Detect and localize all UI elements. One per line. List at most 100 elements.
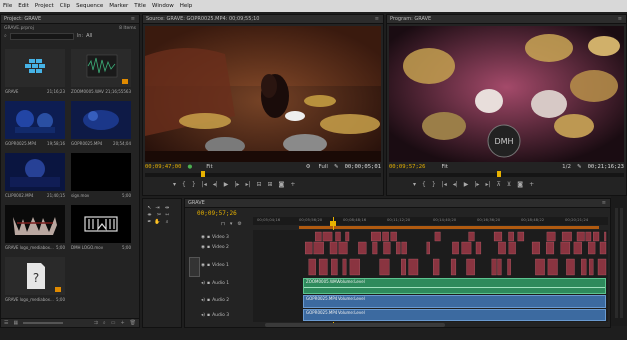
video-clip[interactable] xyxy=(560,241,571,255)
video-clip[interactable] xyxy=(593,231,600,242)
wrench-icon[interactable]: ✎ xyxy=(577,164,582,170)
video-clip[interactable] xyxy=(315,231,322,242)
zoom-tool-icon[interactable]: ⌕ xyxy=(164,219,171,225)
go-to-in-button[interactable]: |◂ xyxy=(442,181,447,188)
pen-tool-icon[interactable]: ✒ xyxy=(146,219,153,225)
source-tab[interactable]: Source: GRAVE: GOPR0025.MP4: 00;09;55;10 xyxy=(146,16,259,22)
project-item-black-video[interactable]: sign.mov 5;00 xyxy=(71,153,131,203)
hand-tool-icon[interactable]: ✋ xyxy=(154,219,161,225)
video-clip[interactable] xyxy=(434,231,441,242)
menu-window[interactable]: Window xyxy=(149,3,177,9)
new-bin-icon[interactable]: ▭ xyxy=(111,320,116,326)
zoom-slider[interactable] xyxy=(23,322,64,324)
track-header-a3[interactable]: ◂) ▪ Audio 3 xyxy=(201,311,229,320)
project-item-logo[interactable]: DMH LOGO.mov 5;00 xyxy=(71,205,131,255)
menu-edit[interactable]: Edit xyxy=(15,3,32,9)
sequence-tab[interactable]: GRAVE xyxy=(188,200,205,206)
project-item-audio[interactable]: ZOOM0005.WAV 21;16;55563 xyxy=(71,49,131,99)
lock-icon[interactable]: ▪ xyxy=(207,298,210,303)
track-targeting-box[interactable] xyxy=(189,257,200,277)
new-item-icon[interactable]: + xyxy=(120,320,124,326)
video-clip[interactable] xyxy=(349,258,360,276)
video-clip[interactable] xyxy=(390,231,397,242)
project-item-offline[interactable]: ? GRAVE logo_mediabox... 5;00 xyxy=(5,257,65,307)
audio-clip-a1[interactable]: ZOOM0005.WAV Volume:Level xyxy=(303,278,606,294)
extract-button[interactable]: ⊻ xyxy=(507,181,511,188)
menu-marker[interactable]: Marker xyxy=(106,3,131,9)
video-clip[interactable] xyxy=(604,231,607,242)
settings-icon[interactable]: ⚙ xyxy=(306,164,311,170)
video-clip[interactable] xyxy=(561,231,572,242)
video-clip[interactable] xyxy=(382,231,389,242)
track-header-a2[interactable]: ◂) ▪ Audio 2 xyxy=(201,296,229,305)
export-frame-button[interactable]: ◙ xyxy=(517,181,523,188)
marker-button[interactable]: ▾ xyxy=(173,181,176,188)
video-clip[interactable] xyxy=(581,258,587,276)
video-clip[interactable] xyxy=(383,241,391,255)
video-clip[interactable] xyxy=(466,258,475,276)
project-item-sequence[interactable]: GRAVE 21;16;23 xyxy=(5,49,65,99)
razor-tool-icon[interactable]: ✂ xyxy=(156,212,163,218)
quality-dropdown[interactable]: Full xyxy=(319,164,328,170)
eye-icon[interactable]: ◉ xyxy=(201,263,205,268)
project-item-video[interactable]: CLIP0002.MP4 21;40;15 xyxy=(5,153,65,203)
menu-sequence[interactable]: Sequence xyxy=(73,3,106,9)
quality-dropdown[interactable]: 1/2 xyxy=(562,164,571,170)
step-back-button[interactable]: ◂| xyxy=(453,181,458,188)
video-clip[interactable] xyxy=(408,258,419,276)
slip-tool-icon[interactable]: ⇿ xyxy=(164,212,171,218)
video-clip[interactable] xyxy=(305,241,313,255)
go-to-out-button[interactable]: ▸| xyxy=(485,181,490,188)
insert-button[interactable]: ⊟ xyxy=(256,181,261,188)
video-clip[interactable] xyxy=(546,241,555,255)
timeline-ruler[interactable]: 00;05;04;16 00;05;56;20 00;08;48;16 00;1… xyxy=(253,217,608,225)
video-clip[interactable] xyxy=(475,241,482,255)
program-scrubber[interactable] xyxy=(389,171,624,177)
panel-menu-icon[interactable]: ≡ xyxy=(131,16,135,22)
track-header-a1[interactable]: ◂) ▪ Audio 1 xyxy=(201,279,229,288)
speaker-icon[interactable]: ◂) xyxy=(201,313,205,318)
selection-tool-icon[interactable]: ↖ xyxy=(146,205,153,211)
wrench-icon[interactable]: ✎ xyxy=(334,164,339,170)
video-clip[interactable] xyxy=(396,241,401,255)
work-area-bar[interactable] xyxy=(299,226,599,229)
video-clip[interactable] xyxy=(535,258,545,276)
timeline-horizontal-scrollbar[interactable] xyxy=(265,323,445,327)
video-clip[interactable] xyxy=(491,258,497,276)
video-clip[interactable] xyxy=(585,231,592,242)
audio-clip-a3[interactable]: GOPR0025.MP4 Volume:Level xyxy=(303,309,606,321)
video-clip[interactable] xyxy=(318,258,328,276)
source-playhead-timecode[interactable]: 00;09;47;00 xyxy=(145,164,181,170)
playhead-marker[interactable] xyxy=(201,171,205,177)
video-clip[interactable] xyxy=(497,258,502,276)
menu-project[interactable]: Project xyxy=(32,3,57,9)
project-item-logo[interactable]: GRAVE logo_mediabox... 5;00 xyxy=(5,205,65,255)
icon-view-icon[interactable]: ▦ xyxy=(13,320,18,326)
video-clip[interactable] xyxy=(401,241,407,255)
settings-icon[interactable]: ⚙ xyxy=(237,221,241,227)
ripple-edit-tool-icon[interactable]: ⇹ xyxy=(164,205,171,211)
panel-menu-icon[interactable]: ≡ xyxy=(618,16,622,22)
step-back-button[interactable]: ◂| xyxy=(213,181,218,188)
project-item-video[interactable]: GOPR0025.MP4 20;54;04 xyxy=(71,101,131,151)
eye-icon[interactable]: ◉ xyxy=(201,235,205,240)
mark-in-button[interactable]: { xyxy=(182,181,186,188)
video-clip[interactable] xyxy=(358,241,367,255)
lock-icon[interactable]: ▪ xyxy=(207,281,210,286)
video-clip[interactable] xyxy=(517,231,525,242)
video-clip[interactable] xyxy=(371,231,381,242)
track-area[interactable]: ZOOM0005.WAV Volume:Level GOPR0025.MP4 V… xyxy=(253,230,608,322)
eye-icon[interactable]: ◉ xyxy=(201,245,205,250)
lock-icon[interactable]: ▪ xyxy=(207,245,210,250)
trash-icon[interactable]: 🗑 xyxy=(130,320,136,326)
track-header-v2[interactable]: ◉ ▪ Video 2 xyxy=(201,243,229,252)
video-clip[interactable] xyxy=(531,241,540,255)
video-clip[interactable] xyxy=(599,241,607,255)
lock-icon[interactable]: ▪ xyxy=(207,263,210,268)
video-clip[interactable] xyxy=(450,258,457,276)
source-scrubber[interactable] xyxy=(145,171,381,177)
video-clip[interactable] xyxy=(546,231,556,242)
video-clips[interactable] xyxy=(253,230,608,278)
lift-button[interactable]: ⊼ xyxy=(496,181,500,188)
lock-icon[interactable]: ▪ xyxy=(207,313,210,318)
